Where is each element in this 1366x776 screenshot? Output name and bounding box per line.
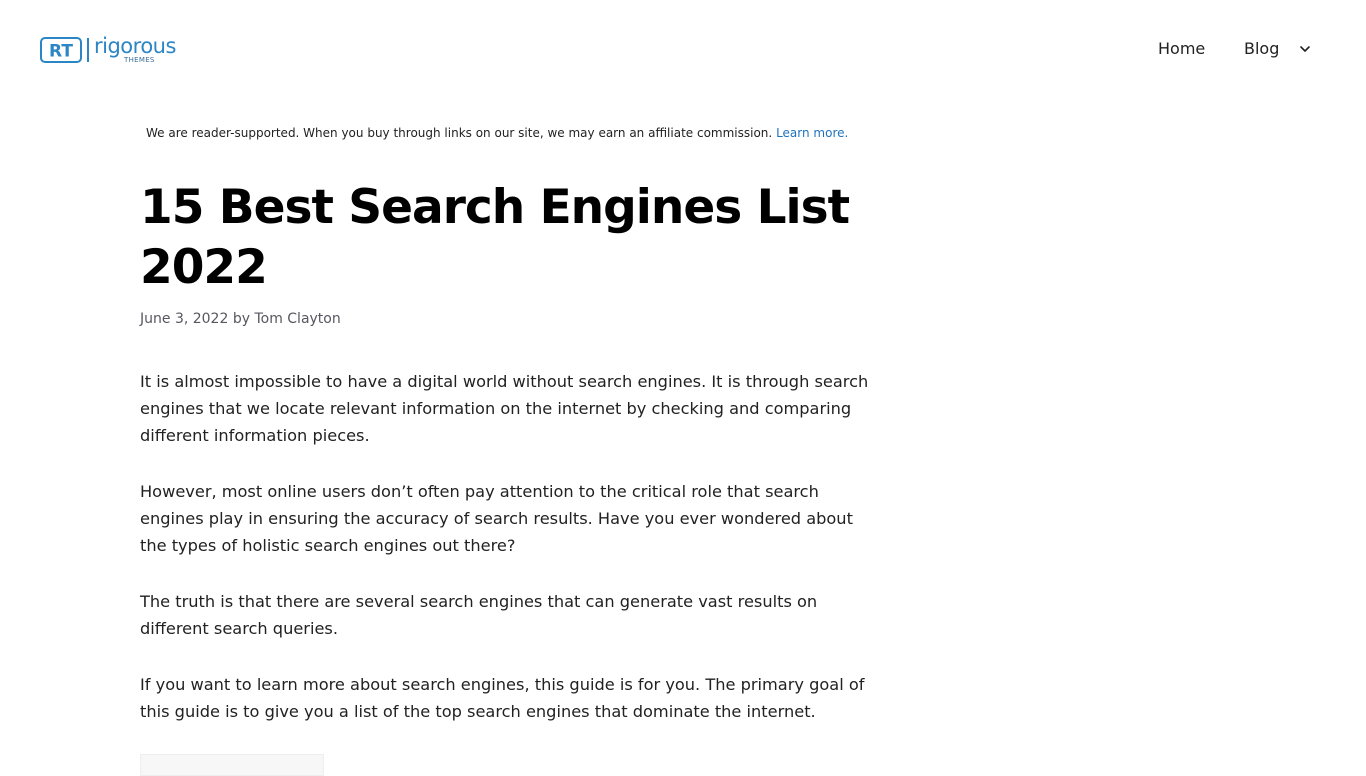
post-author-link[interactable]: Tom Clayton <box>254 311 340 327</box>
article-paragraph: If you want to learn more about search e… <box>140 675 865 721</box>
site-logo[interactable]: RT rigorous THEMES <box>40 36 176 64</box>
article-content: It is almost impossible to have a digita… <box>140 368 880 754</box>
nav-home-link[interactable]: Home <box>1158 39 1205 58</box>
affiliate-notice: We are reader-supported. When you buy th… <box>146 126 848 140</box>
rt-logo-icon: RT <box>40 37 82 63</box>
article-paragraph: The truth is that there are several sear… <box>140 592 818 638</box>
logo-word: rigorous <box>94 34 176 58</box>
chevron-down-icon[interactable] <box>1299 43 1311 55</box>
post-meta: June 3, 2022 by Tom Clayton <box>140 311 341 327</box>
post-by-label: by <box>232 311 250 327</box>
logo-text: rigorous THEMES <box>94 36 176 64</box>
logo-subtitle: THEMES <box>124 56 155 64</box>
table-of-contents-box[interactable] <box>140 754 324 776</box>
post-date-link[interactable]: June 3, 2022 <box>140 311 228 327</box>
site-header: RT rigorous THEMES Home Blog <box>0 0 1366 100</box>
article-paragraph: However, most online users don’t often p… <box>140 482 853 555</box>
nav-blog-link[interactable]: Blog <box>1244 39 1311 58</box>
logo-mark-text: RT <box>49 42 73 62</box>
logo-divider <box>87 38 89 62</box>
learn-more-link[interactable]: Learn more. <box>776 126 848 140</box>
nav-blog-label: Blog <box>1244 39 1280 58</box>
affiliate-notice-text: We are reader-supported. When you buy th… <box>146 126 773 140</box>
page-title: 15 Best Search Engines List 2022 <box>140 180 850 295</box>
article-paragraph: It is almost impossible to have a digita… <box>140 372 869 445</box>
